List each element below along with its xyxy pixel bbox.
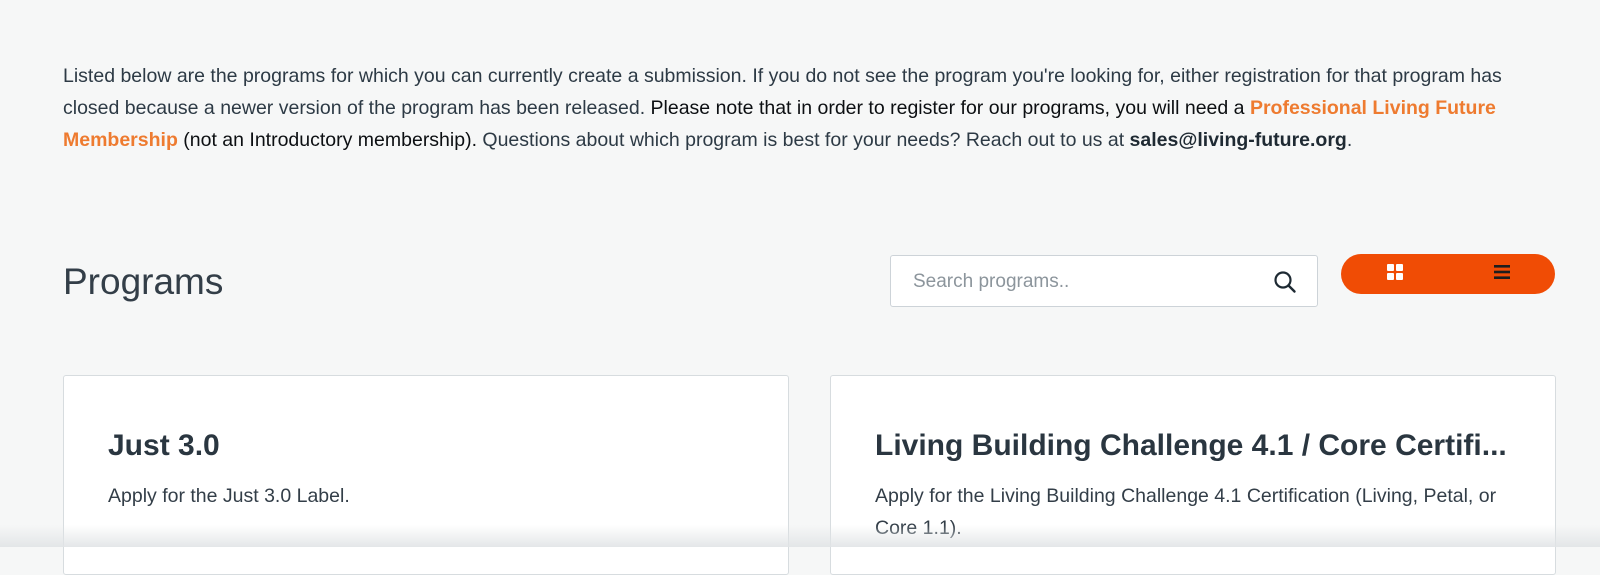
card-description: Apply for the Just 3.0 Label.	[108, 485, 350, 507]
card-title: Just 3.0	[108, 429, 220, 462]
list-view-button[interactable]	[1448, 254, 1555, 294]
grid-icon	[1386, 263, 1404, 286]
list-icon	[1493, 264, 1511, 285]
intro-text: Listed below are the programs for which …	[63, 60, 1553, 156]
search-input[interactable]	[911, 256, 1255, 308]
search-icon[interactable]	[1273, 270, 1297, 294]
programs-heading: Programs	[63, 261, 224, 302]
grid-view-button[interactable]	[1341, 254, 1448, 294]
intro-period: .	[1346, 129, 1353, 151]
search-box	[890, 255, 1318, 308]
card-title: Living Building Challenge 4.1 / Core Cer…	[875, 429, 1507, 462]
sales-email[interactable]: sales@living-future.org	[1130, 129, 1347, 151]
program-card-lbc[interactable]: Living Building Challenge 4.1 / Core Cer…	[830, 375, 1556, 575]
card-description: Apply for the Living Building Challenge …	[875, 485, 1497, 539]
intro-part4: Questions about which program is best fo…	[482, 129, 1125, 151]
view-toggle	[1341, 254, 1555, 294]
intro-part2: Please note that in order to register fo…	[650, 97, 1245, 119]
program-card-just[interactable]: Just 3.0 Apply for the Just 3.0 Label.	[63, 375, 789, 575]
intro-part3: (not an Introductory membership).	[183, 129, 477, 151]
